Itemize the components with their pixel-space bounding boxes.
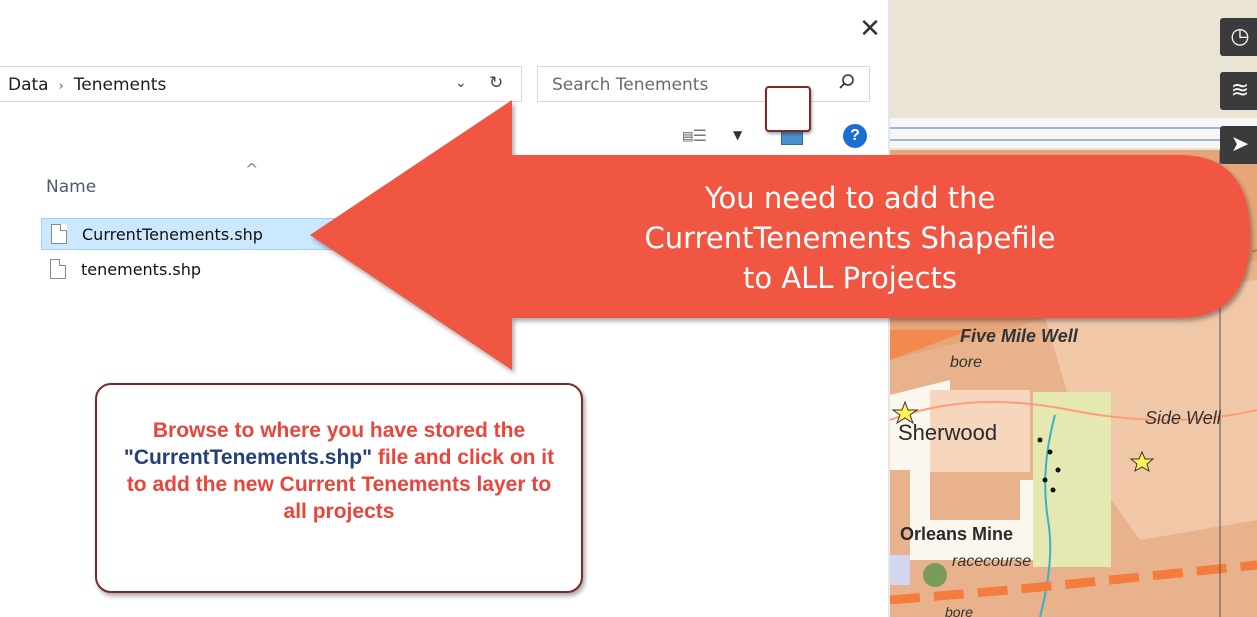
- arrow-line-1: You need to add the: [704, 181, 996, 215]
- arrow-line-3: to ALL Projects: [742, 261, 958, 295]
- instruction-callout-box: Browse to where you have stored the "Cur…: [95, 383, 583, 593]
- arrow-line-2: CurrentTenements Shapefile: [644, 221, 1056, 255]
- instruction-part-1: Browse to where you have stored the: [152, 419, 526, 442]
- arrow-callout-text: You need to add the CurrentTenements Sha…: [560, 178, 1140, 298]
- instruction-highlight: "CurrentTenements.shp": [123, 446, 373, 469]
- instruction-text: Browse to where you have stored the "Cur…: [115, 417, 563, 525]
